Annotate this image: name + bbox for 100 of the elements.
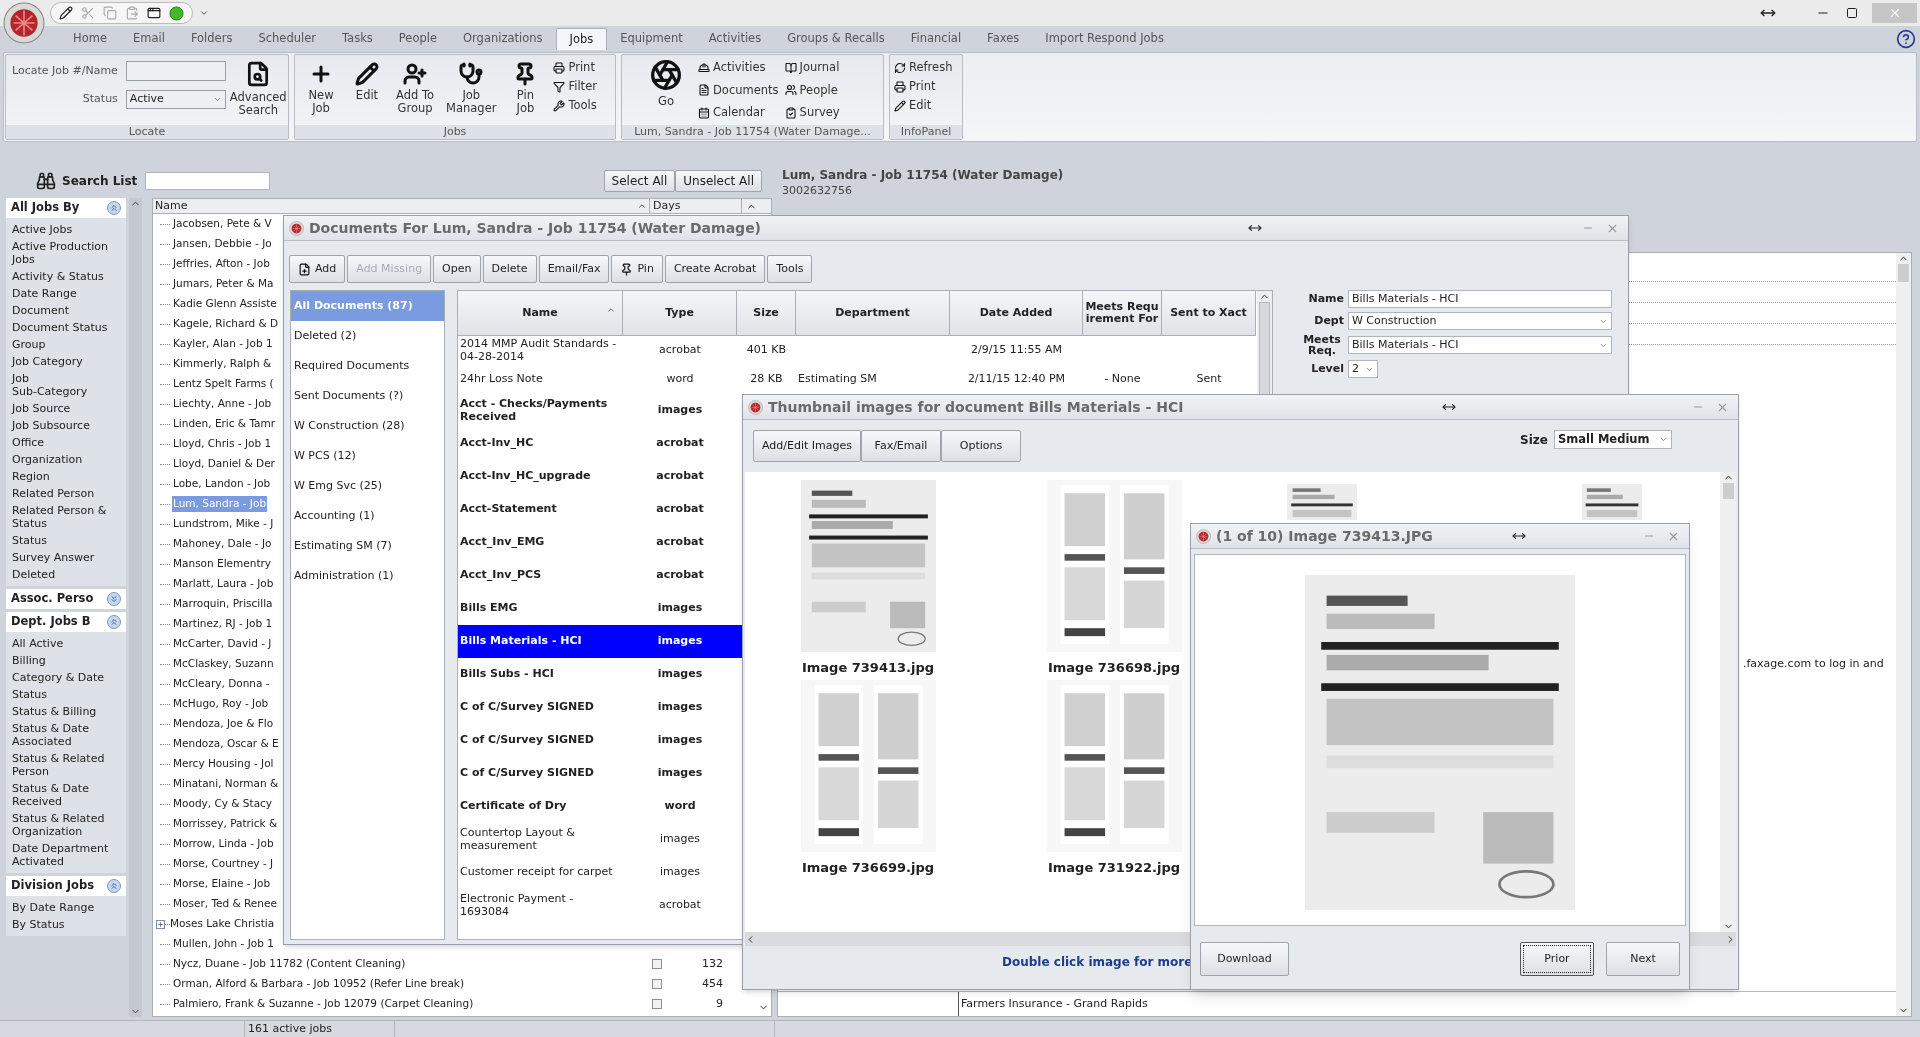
job-list-item[interactable]: Lentz Spelt Farms ( — [172, 376, 275, 392]
job-list-item[interactable]: Mercy Housing - Jol — [172, 756, 275, 772]
nav-item[interactable]: Document Status — [6, 319, 126, 336]
pencil-icon[interactable] — [59, 6, 73, 20]
job-list-item[interactable]: Jansen, Debbie - Jo — [172, 236, 273, 252]
job-list-item[interactable]: Morrissey, Patrick & — [172, 816, 279, 832]
nav-section-header[interactable]: Dept. Jobs B — [6, 612, 126, 632]
job-list-item[interactable]: Morse, Courtney - J — [172, 856, 275, 872]
search-list-field[interactable] — [145, 172, 271, 190]
ribbon-small-button[interactable]: Activities — [698, 59, 779, 76]
select-button[interactable]: Unselect All — [675, 170, 762, 192]
job-list-item[interactable]: Kadie Glenn Assiste — [172, 296, 278, 312]
document-row[interactable]: 24hr Loss Note word 28 KB Estimating SM 2/11/15 12:40 PM - None Sent — [458, 365, 1257, 394]
ribbon-small-button[interactable]: Refresh — [894, 59, 962, 76]
requirement-dropdown[interactable]: Bills Materials - HCI — [1348, 336, 1612, 354]
ribbon-tab[interactable]: Tasks — [329, 28, 386, 50]
nav-item[interactable]: Status & Date Received — [6, 780, 126, 810]
column-header[interactable]: Date Added — [950, 291, 1083, 336]
name-field[interactable]: Bills Materials - HCI — [1348, 290, 1612, 308]
ribbon-tab[interactable]: Email — [119, 28, 178, 50]
job-list-item[interactable]: Kimmerly, Ralph & — [172, 356, 273, 372]
go-button[interactable]: Go — [650, 59, 682, 125]
close-button[interactable] — [1872, 3, 1917, 23]
ribbon-tab[interactable]: Home — [60, 28, 120, 50]
job-list-item[interactable]: McClaskey, Suzann — [172, 656, 275, 672]
nav-item[interactable]: Region — [6, 468, 126, 485]
checkbox[interactable] — [652, 979, 662, 989]
nav-item[interactable]: Status & Related Person — [6, 750, 126, 780]
checkbox[interactable] — [652, 959, 662, 969]
help-icon[interactable] — [1896, 29, 1916, 49]
nav-item[interactable]: Job Category — [6, 353, 126, 370]
job-list-item[interactable]: Linden, Eric & Tamr — [172, 416, 277, 432]
job-list-item[interactable]: Mendoza, Oscar & E — [172, 736, 280, 752]
viewer-button[interactable]: Prior — [1520, 942, 1594, 976]
nav-item[interactable]: Deleted — [6, 566, 126, 583]
nav-item[interactable]: Status — [6, 532, 126, 549]
nav-item[interactable]: By Status — [6, 916, 126, 933]
job-list-item[interactable]: Marroquin, Priscilla — [172, 596, 274, 612]
ribbon-small-button[interactable]: Calendar — [698, 104, 779, 122]
ribbon-small-button[interactable]: People — [784, 81, 866, 99]
checkbox[interactable] — [652, 999, 662, 1009]
ribbon-small-button[interactable]: Print — [894, 78, 962, 95]
job-list-item[interactable]: McHugo, Roy - Job — [172, 696, 270, 712]
nav-item[interactable]: Active Jobs — [6, 221, 126, 238]
ribbon-small-button[interactable]: Survey — [784, 104, 866, 122]
select-button[interactable]: Select All — [603, 170, 676, 192]
nav-item[interactable]: Date Range — [6, 285, 126, 302]
toolbar-button[interactable]: Tools — [767, 255, 813, 283]
job-list-item[interactable]: Mahoney, Dale - Jo — [172, 536, 273, 552]
nav-item[interactable]: Status & Related Organization — [6, 810, 126, 840]
nav-item[interactable]: All Active — [6, 635, 126, 652]
job-list-item[interactable]: Lloyd, Daniel & Der — [172, 456, 276, 472]
ribbon-button[interactable]: New Job — [301, 59, 341, 125]
nav-item[interactable]: Status & Date Associated — [6, 720, 126, 750]
ribbon-tab[interactable]: People — [385, 28, 450, 50]
ribbon-small-button[interactable]: Filter — [553, 78, 597, 95]
job-list-item[interactable]: Jeffries, Afton - Job — [172, 256, 271, 272]
nav-section-header[interactable]: Division Jobs — [6, 876, 126, 896]
dept-dropdown[interactable]: W Construction — [1348, 312, 1612, 330]
nav-item[interactable]: Group — [6, 336, 126, 353]
advanced-search-button[interactable]: Advanced Search — [229, 61, 287, 125]
category-item[interactable]: Accounting (1) — [291, 501, 444, 531]
column-header[interactable]: Type — [623, 291, 737, 336]
job-list-item[interactable]: Liechty, Anne - Job — [172, 396, 273, 412]
job-list-item[interactable]: Lobe, Landon - Job — [172, 476, 272, 492]
nav-item[interactable]: Survey Answer — [6, 549, 126, 566]
nav-item[interactable]: Job Sub-Category — [6, 370, 126, 400]
column-header[interactable]: Name — [153, 199, 650, 213]
nav-item[interactable]: Related Person & Status — [6, 502, 126, 532]
nav-item[interactable]: Billing — [6, 652, 126, 669]
job-list-item[interactable]: Moody, Cy & Stacy — [172, 796, 274, 812]
nav-item[interactable]: Related Person — [6, 485, 126, 502]
job-list-item[interactable]: Kayler, Alan - Job 1 — [172, 336, 274, 352]
job-list-item[interactable]: Morrow, Linda - Job — [172, 836, 275, 852]
category-item[interactable]: Estimating SM (7) — [291, 531, 444, 561]
job-list-item[interactable]: McCleary, Donna - — [172, 676, 271, 692]
window-icon[interactable] — [147, 6, 161, 20]
toolbar-button[interactable]: Options — [941, 430, 1021, 462]
toolbar-button[interactable]: Delete — [482, 255, 537, 283]
nav-item[interactable]: By Date Range — [6, 899, 126, 916]
toolbar-button[interactable]: Create Acrobat — [664, 255, 766, 283]
ribbon-small-button[interactable]: Tools — [553, 97, 597, 114]
nav-item[interactable]: Status & Billing — [6, 703, 126, 720]
nav-item[interactable]: Activity & Status — [6, 268, 126, 285]
nav-scrollbar[interactable] — [129, 198, 142, 1017]
ribbon-tab[interactable]: Financial — [897, 28, 975, 50]
column-header[interactable]: Size — [737, 291, 796, 336]
scissors-icon[interactable] — [81, 6, 95, 20]
category-item[interactable]: W Emg Svc (25) — [291, 471, 444, 501]
ribbon-tab[interactable]: Import Respond Jobs — [1032, 28, 1177, 50]
job-list-item[interactable]: Morse, Elaine - Job — [172, 876, 272, 892]
ribbon-tab[interactable]: Jobs — [555, 28, 608, 50]
panel-scrollbar[interactable] — [1896, 253, 1911, 1016]
category-item[interactable]: Sent Documents (?) — [291, 381, 444, 411]
ribbon-button[interactable]: Add To Group — [393, 59, 438, 125]
job-list-item[interactable]: Nycz, Duane - Job 11782 (Content Cleaning) — [172, 956, 407, 972]
ribbon-tab[interactable]: Equipment — [607, 28, 696, 50]
job-list-item[interactable]: McCarter, David - J — [172, 636, 273, 652]
job-list-item[interactable]: Lundstrom, Mike - J — [172, 516, 275, 532]
category-item[interactable]: Required Documents — [291, 351, 444, 381]
